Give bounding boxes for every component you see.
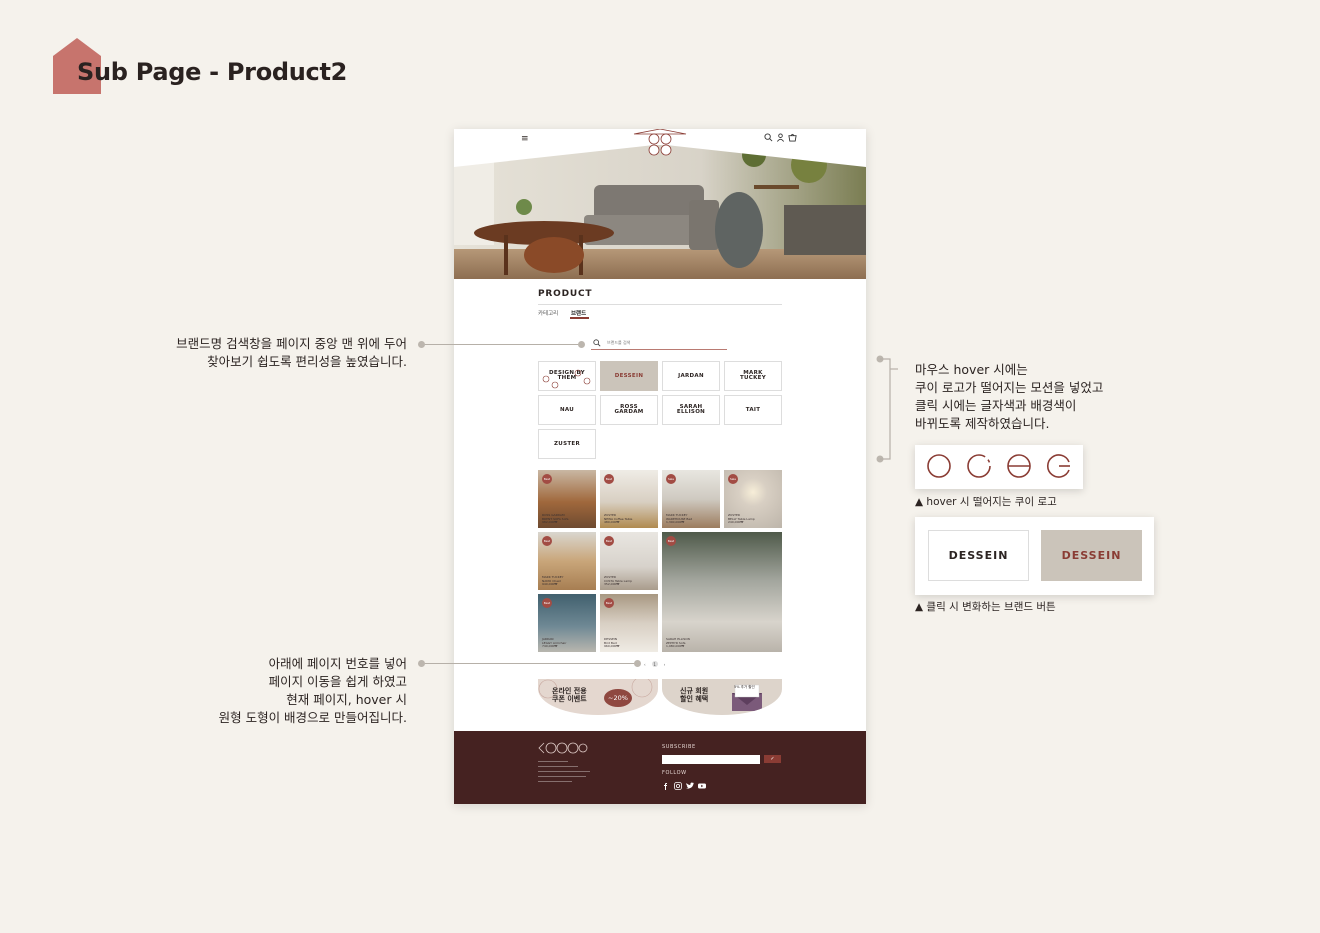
search-icon[interactable]	[764, 133, 773, 142]
site-footer: SUBSCRIBE ✓ FOLLOW	[454, 731, 866, 804]
banner-text: 신규 회원 할인 혜택	[680, 687, 709, 703]
coupon-event-banner[interactable]: 온라인 전용 쿠폰 이벤트 ~20%	[538, 679, 658, 715]
user-icon[interactable]	[776, 133, 785, 142]
connector-dot	[418, 660, 425, 667]
product-info: MARK TUCKEY WAREHOUSE Bed 1,300,000₩	[666, 513, 693, 525]
page-title: Sub Page - Product2	[77, 58, 348, 86]
best-badge: Best	[542, 598, 552, 608]
product-info: ZUSTER COSTA Table Lamp 352,000₩	[604, 575, 633, 587]
hover-annotation: 마우스 hover 시에는 쿠이 로고가 떨어지는 모션을 넣었고 클릭 시에는…	[915, 362, 1104, 431]
brand-button-ross-gardam[interactable]: ROSS GARDAM	[600, 395, 658, 425]
product-card[interactable]: Best ROSS GARDAM BRENT SOFA Sofa 982,000₩	[538, 470, 596, 528]
website-mockup: ≡ PRODUCT 카테고리 브랜드 브랜드를 검색 DESIGN BY THE…	[454, 129, 866, 804]
product-card[interactable]: Best ZUSTER NEWA Coffee Table 480,000₩	[600, 470, 658, 528]
bracket-connector	[876, 355, 898, 463]
facebook-icon[interactable]	[662, 782, 670, 790]
product-card[interactable]: Best SARAH ELLISON ZEPHYR Sofa 1,980,000₩	[662, 532, 782, 652]
best-badge: Best	[666, 536, 676, 546]
subscribe-button[interactable]: ✓	[764, 755, 781, 763]
connector-dot	[578, 341, 585, 348]
brand-button-sarah-ellison[interactable]: SARAH ELLISON	[662, 395, 720, 425]
search-icon	[593, 339, 601, 347]
brand-button-default[interactable]: DESSEIN	[928, 530, 1029, 581]
pager-next[interactable]: ›	[664, 662, 666, 667]
product-info: ZUSTER NEWA Coffee Table 480,000₩	[604, 513, 633, 525]
product-card[interactable]: Best DESSEIN Bird Bed 960,000₩	[600, 594, 658, 652]
follow-label: FOLLOW	[662, 770, 687, 776]
hover-caption: ▲ hover 시 떨어지는 쿠이 로고	[915, 496, 1057, 508]
hero-image	[454, 145, 866, 279]
brand-button-tait[interactable]: TAIT	[724, 395, 782, 425]
pager-connector-line	[422, 663, 638, 664]
twitter-icon[interactable]	[686, 782, 694, 790]
product-card[interactable]: Best JARDAN LEGGY Armchair 740,000₩	[538, 594, 596, 652]
brand-button-zuster[interactable]: ZUSTER	[538, 429, 596, 459]
tab-category[interactable]: 카테고리	[538, 309, 558, 317]
brand-button-jardan[interactable]: JARDAN	[662, 361, 720, 391]
pager-annotation: 아래에 페이지 번호를 넣어 페이지 이동을 쉽게 하였고 현재 페이지, ho…	[218, 656, 407, 725]
cart-icon[interactable]	[788, 133, 797, 142]
product-info: ROSS GARDAM BRENT SOFA Sofa 982,000₩	[542, 513, 569, 525]
connector-dot	[634, 660, 641, 667]
banner-text: 온라인 전용 쿠폰 이벤트	[552, 687, 587, 703]
sale-badge: Sale	[728, 474, 738, 484]
product-info: MARK TUCKEY NAMO Chest 940,000₩	[542, 575, 564, 587]
pager-current-page[interactable]: 1	[651, 661, 658, 667]
kooi-logo-icon[interactable]	[630, 129, 690, 157]
best-badge: Best	[542, 474, 552, 484]
search-annotation: 브랜드명 검색창을 페이지 중앙 맨 위에 두어 찾아보기 쉽도록 편리성을 높…	[176, 336, 407, 369]
button-state-card: DESSEIN DESSEIN	[915, 517, 1154, 595]
hamburger-menu-icon[interactable]: ≡	[521, 135, 529, 144]
best-badge: Best	[604, 474, 614, 484]
youtube-icon[interactable]	[698, 782, 706, 790]
instagram-icon[interactable]	[674, 782, 682, 790]
kooi-footer-logo-icon[interactable]	[538, 742, 588, 754]
subscribe-email-input[interactable]	[662, 755, 760, 764]
footer-info-lines	[538, 761, 598, 795]
best-badge: Best	[604, 598, 614, 608]
discount-badge: ~20%	[604, 689, 632, 707]
connector-dot	[418, 341, 425, 348]
best-badge: Best	[604, 536, 614, 546]
product-card[interactable]: Best MARK TUCKEY NAMO Chest 940,000₩	[538, 532, 596, 590]
subscribe-label: SUBSCRIBE	[662, 744, 696, 750]
brand-button-clicked[interactable]: DESSEIN	[1041, 530, 1142, 581]
search-placeholder: 브랜드를 검색	[607, 340, 631, 345]
hover-logo-card	[915, 445, 1083, 489]
product-info: ZUSTER BELLY Table Lamp 240,000₩	[728, 513, 755, 525]
product-card[interactable]: Best ZUSTER COSTA Table Lamp 352,000₩	[600, 532, 658, 590]
brand-button-dessein[interactable]: DESSEIN	[600, 361, 658, 391]
product-card[interactable]: Sale MARK TUCKEY WAREHOUSE Bed 1,300,000₩	[662, 470, 720, 528]
heading-divider	[538, 304, 782, 305]
product-info: SARAH ELLISON ZEPHYR Sofa 1,980,000₩	[666, 637, 690, 649]
product-card[interactable]: Sale ZUSTER BELLY Table Lamp 240,000₩	[724, 470, 782, 528]
active-tab-indicator	[570, 317, 589, 319]
brand-button-nau[interactable]: NAU	[538, 395, 596, 425]
tab-brand[interactable]: 브랜드	[571, 309, 586, 317]
product-heading: PRODUCT	[538, 289, 593, 299]
new-member-banner[interactable]: 신규 회원 할인 혜택 5% 추가 할인	[662, 679, 782, 715]
pagination: ‹ 1 ›	[644, 661, 665, 667]
discount-tag: 5% 추가 할인	[734, 685, 755, 689]
falling-logo-sequence-icon	[927, 454, 1070, 478]
button-caption: ▲ 클릭 시 변화하는 브랜드 버튼	[915, 601, 1056, 613]
brand-search-input[interactable]: 브랜드를 검색	[591, 338, 727, 350]
sale-badge: Sale	[666, 474, 676, 484]
search-connector-line	[422, 344, 582, 345]
product-info: JARDAN LEGGY Armchair 740,000₩	[542, 637, 567, 649]
pager-prev[interactable]: ‹	[644, 662, 646, 667]
product-info: DESSEIN Bird Bed 960,000₩	[604, 637, 620, 649]
brand-button-mark-tuckey[interactable]: MARK TUCKEY	[724, 361, 782, 391]
best-badge: Best	[542, 536, 552, 546]
falling-logo-icon	[542, 369, 591, 389]
